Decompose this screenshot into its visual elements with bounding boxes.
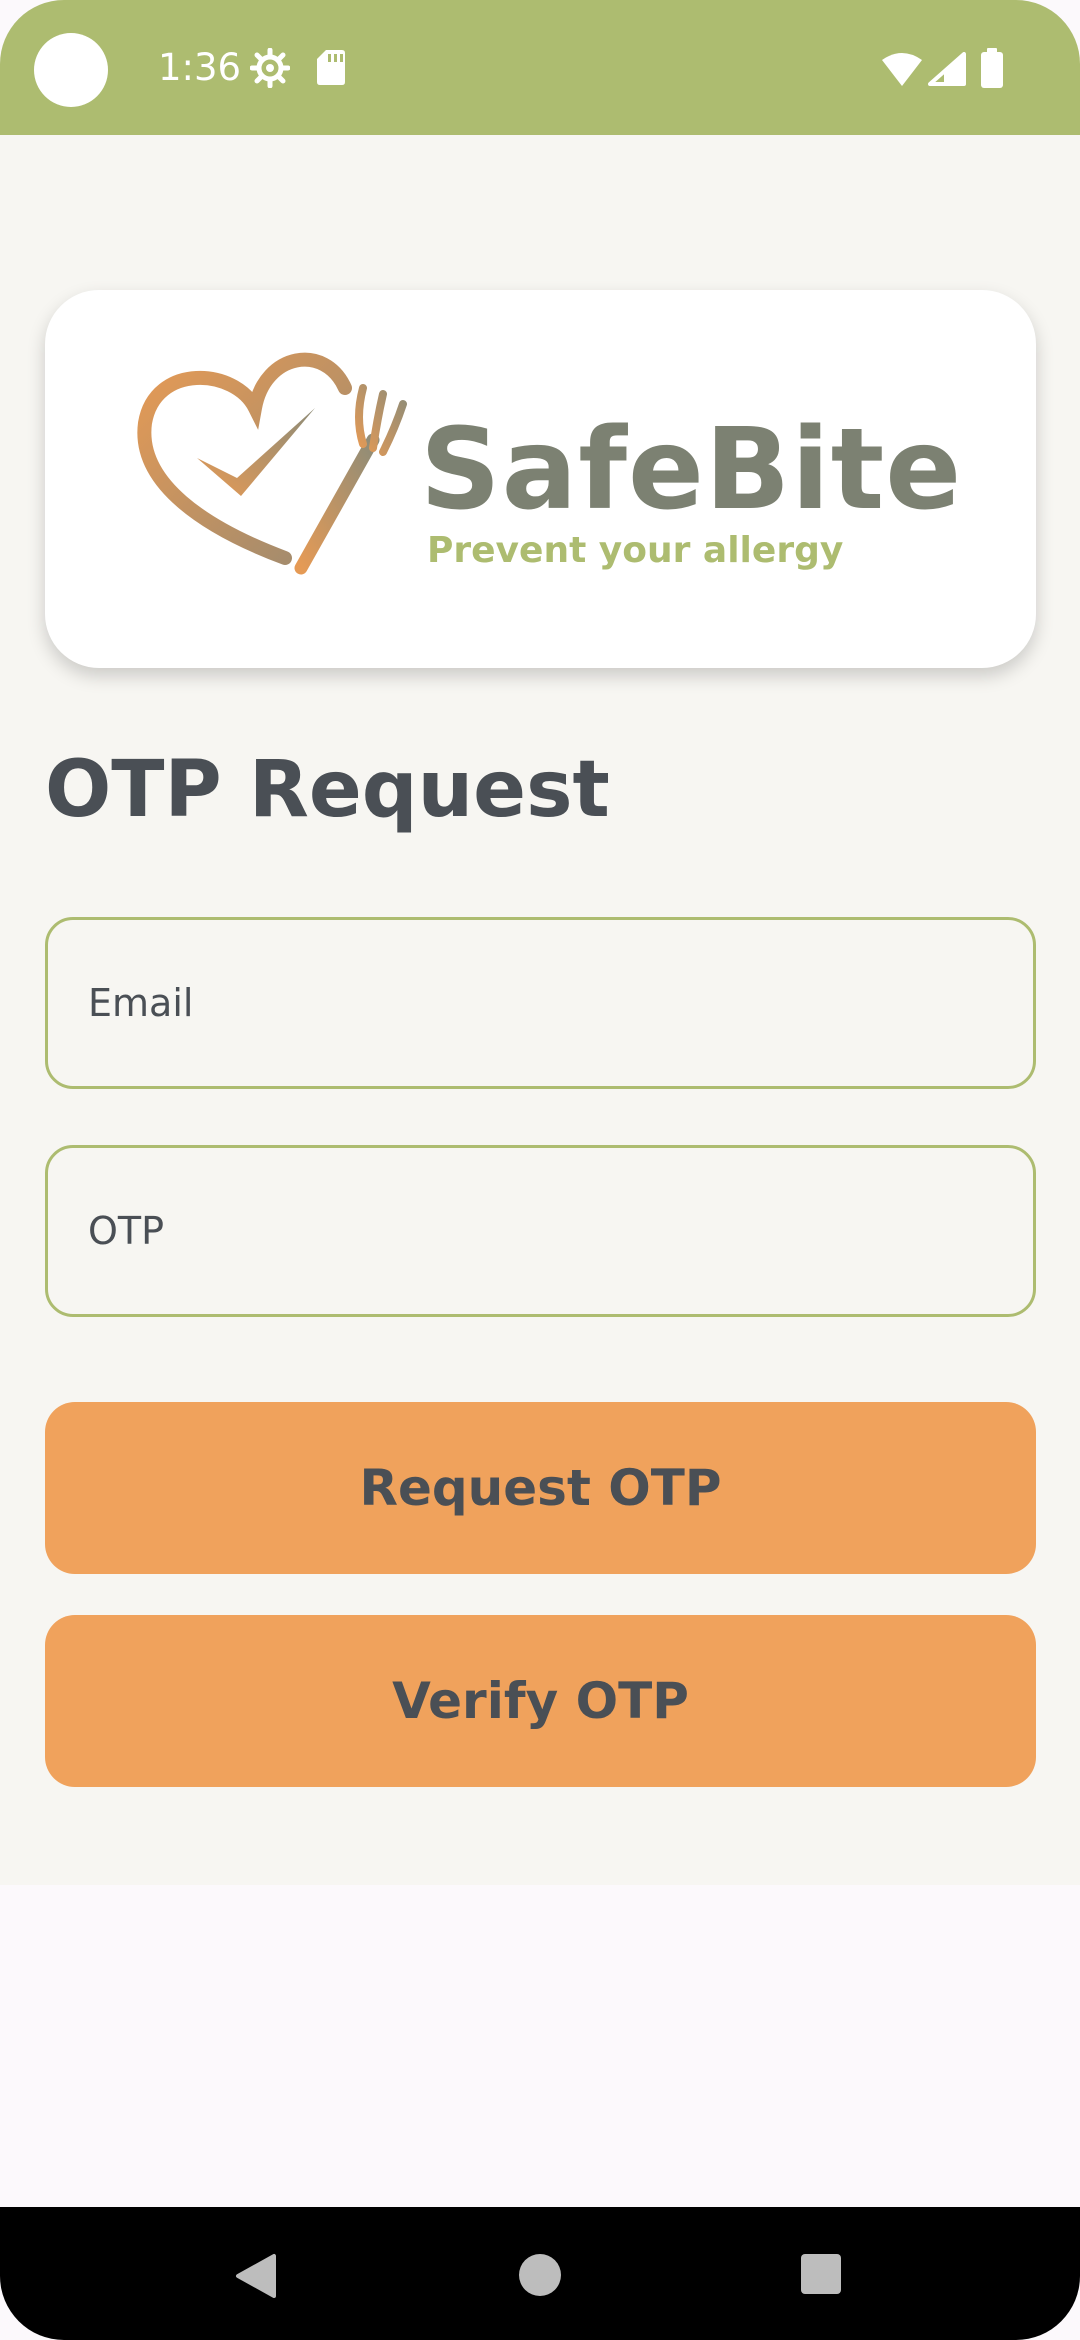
page-title: OTP Request — [45, 745, 610, 835]
verify-otp-button[interactable]: Verify OTP — [45, 1615, 1036, 1787]
otp-input[interactable] — [88, 1148, 988, 1314]
home-icon[interactable] — [518, 2253, 562, 2297]
otp-field[interactable] — [45, 1145, 1036, 1317]
logo-card: SafeBite Prevent your allergy — [45, 290, 1036, 668]
sd-card-icon — [317, 50, 345, 85]
status-time: 1:36 — [158, 46, 242, 89]
brand-tagline: Prevent your allergy — [427, 530, 844, 571]
main-content: SafeBite Prevent your allergy OTP Reques… — [0, 135, 1080, 1885]
wifi-icon — [882, 53, 922, 86]
screen: 1:36 SafeBite Prevent your allergy OTP R… — [0, 0, 1080, 2340]
email-field[interactable] — [45, 917, 1036, 1089]
battery-icon — [981, 48, 1003, 88]
signal-icon — [928, 52, 966, 86]
navigation-bar — [0, 2207, 1080, 2340]
request-otp-button[interactable]: Request OTP — [45, 1402, 1036, 1574]
recents-icon[interactable] — [800, 2253, 842, 2295]
email-input[interactable] — [88, 920, 988, 1086]
gear-icon — [250, 48, 290, 88]
heart-fork-logo-icon — [137, 352, 407, 575]
back-icon[interactable] — [234, 2253, 278, 2299]
camera-cutout — [34, 33, 108, 107]
brand-name: SafeBite — [420, 405, 963, 535]
status-bar: 1:36 — [0, 0, 1080, 135]
